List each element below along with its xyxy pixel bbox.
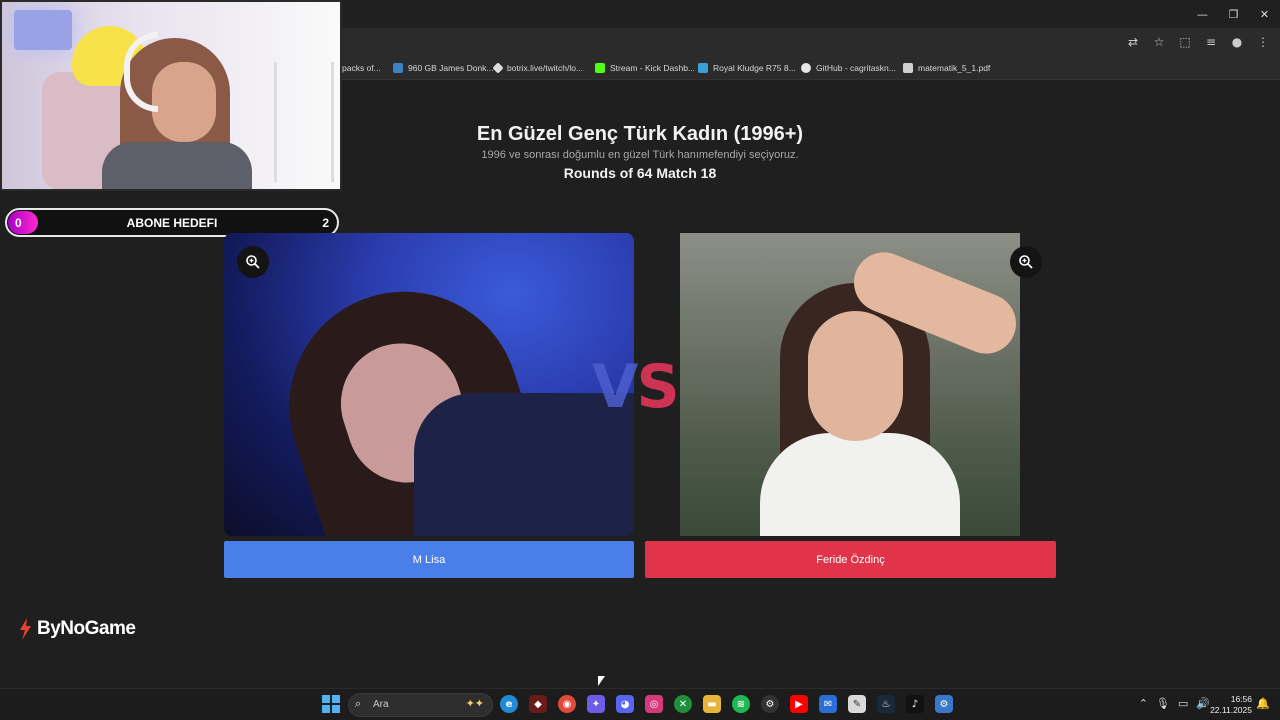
github-icon: [801, 63, 811, 73]
taskbar-apps: e ◆ ◉ ✦ ◕ ◎ ✕ ▬ ≋ ⚙ ▶ ✉ ✎ ♨ ♪ ⚙: [500, 695, 953, 713]
bookmark-favicon-icon: [595, 63, 605, 73]
instagram-icon[interactable]: ◎: [645, 695, 663, 713]
webcam-shelf: [274, 62, 334, 182]
zoom-in-icon: [246, 255, 260, 269]
profile-icon[interactable]: ●: [1226, 32, 1248, 52]
bookmark-item[interactable]: packs of...: [342, 61, 381, 75]
volume-icon[interactable]: 🔊: [1196, 697, 1210, 710]
menu-icon[interactable]: ⋮: [1252, 32, 1274, 52]
steam-icon[interactable]: ♨: [877, 695, 895, 713]
bookmark-item[interactable]: Royal Kludge R75 8...: [698, 61, 796, 75]
system-tray: ⌃ 🎙 ▭ 🔊: [1139, 697, 1210, 710]
zoom-right-button[interactable]: [1010, 246, 1042, 278]
bookmark-favicon-icon: [698, 63, 708, 73]
search-icon: ⌕: [355, 697, 362, 710]
clock-time: 16:56: [1230, 694, 1252, 704]
photo-top: [760, 433, 960, 536]
media-icon[interactable]: ≡: [1200, 32, 1222, 52]
webcam-streamer-face: [152, 62, 216, 142]
search-placeholder: Ara: [373, 699, 389, 710]
xbox-icon[interactable]: ✕: [674, 695, 692, 713]
webcam-overlay: [0, 0, 342, 191]
bookmark-item[interactable]: botrix.live/twitch/lo...: [492, 61, 583, 75]
bookmark-item[interactable]: Stream - Kick Dashb...: [595, 61, 695, 75]
round-label: Rounds of 64 Match 18: [563, 165, 717, 181]
page-subtitle: 1996 ve sonrası doğumlu en güzel Türk ha…: [481, 149, 799, 161]
taskbar-search[interactable]: ⌕ Ara ✦✦: [348, 693, 493, 717]
brand-logo: ByNoGame: [16, 617, 136, 641]
chevron-up-icon[interactable]: ⌃: [1139, 697, 1148, 710]
vs-label: VS: [592, 352, 680, 422]
mouse-cursor-icon: [598, 676, 605, 686]
youtube-icon[interactable]: ▶: [790, 695, 808, 713]
bookmark-item[interactable]: 960 GB James Donk...: [393, 61, 494, 75]
star-icon[interactable]: ☆: [1148, 32, 1170, 52]
pick-right-button[interactable]: Feride Özdinç: [645, 541, 1056, 578]
contestant-right-photo[interactable]: [680, 233, 1020, 536]
taskbar-clock[interactable]: 16:56 22.11.2025: [1210, 694, 1252, 716]
edge-icon[interactable]: e: [500, 695, 518, 713]
minimize-button[interactable]: —: [1187, 0, 1218, 28]
toolbar-icons: ⇄ ☆ ⬚ ≡ ● ⋮: [1122, 32, 1274, 52]
address-bar[interactable]: [342, 30, 1142, 54]
vs-letter-v: V: [592, 352, 638, 422]
bookmark-item[interactable]: matematik_5_1.pdf: [903, 61, 990, 75]
network-icon[interactable]: ▭: [1178, 697, 1188, 710]
close-button[interactable]: ✕: [1249, 0, 1280, 28]
translate-icon[interactable]: ⇄: [1122, 32, 1144, 52]
app-icon[interactable]: ◆: [529, 695, 547, 713]
extensions-icon[interactable]: ⬚: [1174, 32, 1196, 52]
bookmark-favicon-icon: [492, 62, 504, 74]
bookmark-item[interactable]: GitHub - cagritaskn...: [801, 61, 896, 75]
photo-face: [808, 311, 903, 441]
copilot-sparkle-icon: ✦✦: [465, 697, 484, 710]
microphone-icon[interactable]: 🎙: [1156, 697, 1170, 710]
steam-alt-icon[interactable]: ⚙: [761, 695, 779, 713]
brand-name: ByNoGame: [37, 618, 136, 639]
notes-icon[interactable]: ✎: [848, 695, 866, 713]
copilot-icon[interactable]: ✦: [587, 695, 605, 713]
goal-label: ABONE HEDEFI: [126, 216, 218, 230]
taskbar: ⌕ Ara ✦✦ e ◆ ◉ ✦ ◕ ◎ ✕ ▬ ≋ ⚙ ▶ ✉ ✎ ♨ ♪ ⚙…: [0, 688, 1280, 720]
folder-icon[interactable]: ▬: [703, 695, 721, 713]
pick-left-button[interactable]: M Lisa: [224, 541, 634, 578]
spotify-icon[interactable]: ≋: [732, 695, 750, 713]
discord-icon[interactable]: ◕: [616, 695, 634, 713]
vs-letter-s: S: [636, 352, 679, 422]
restore-button[interactable]: ❐: [1218, 0, 1249, 28]
zoom-left-button[interactable]: [237, 246, 269, 278]
bookmark-favicon-icon: [393, 63, 403, 73]
window-controls: — ❐ ✕: [1187, 0, 1280, 28]
bynogame-logo-icon: [20, 618, 31, 640]
settings-icon[interactable]: ⚙: [935, 695, 953, 713]
contestant-left-photo[interactable]: [224, 233, 634, 536]
notification-bell-icon[interactable]: 🔔: [1256, 697, 1270, 710]
webcam-lamp: [14, 10, 72, 50]
webcam-streamer-shirt: [102, 142, 252, 189]
zoom-in-icon: [1019, 255, 1033, 269]
match-heading: En Güzel Genç Türk Kadın (1996+) 1996 ve…: [340, 123, 940, 181]
windows-start-icon[interactable]: [322, 695, 340, 713]
mail-icon[interactable]: ✉: [819, 695, 837, 713]
goal-target: 2: [322, 216, 329, 230]
chrome-icon[interactable]: ◉: [558, 695, 576, 713]
tiktok-icon[interactable]: ♪: [906, 695, 924, 713]
page-title: En Güzel Genç Türk Kadın (1996+): [476, 123, 804, 145]
clock-date: 22.11.2025: [1210, 705, 1252, 715]
pdf-file-icon: [903, 63, 913, 73]
